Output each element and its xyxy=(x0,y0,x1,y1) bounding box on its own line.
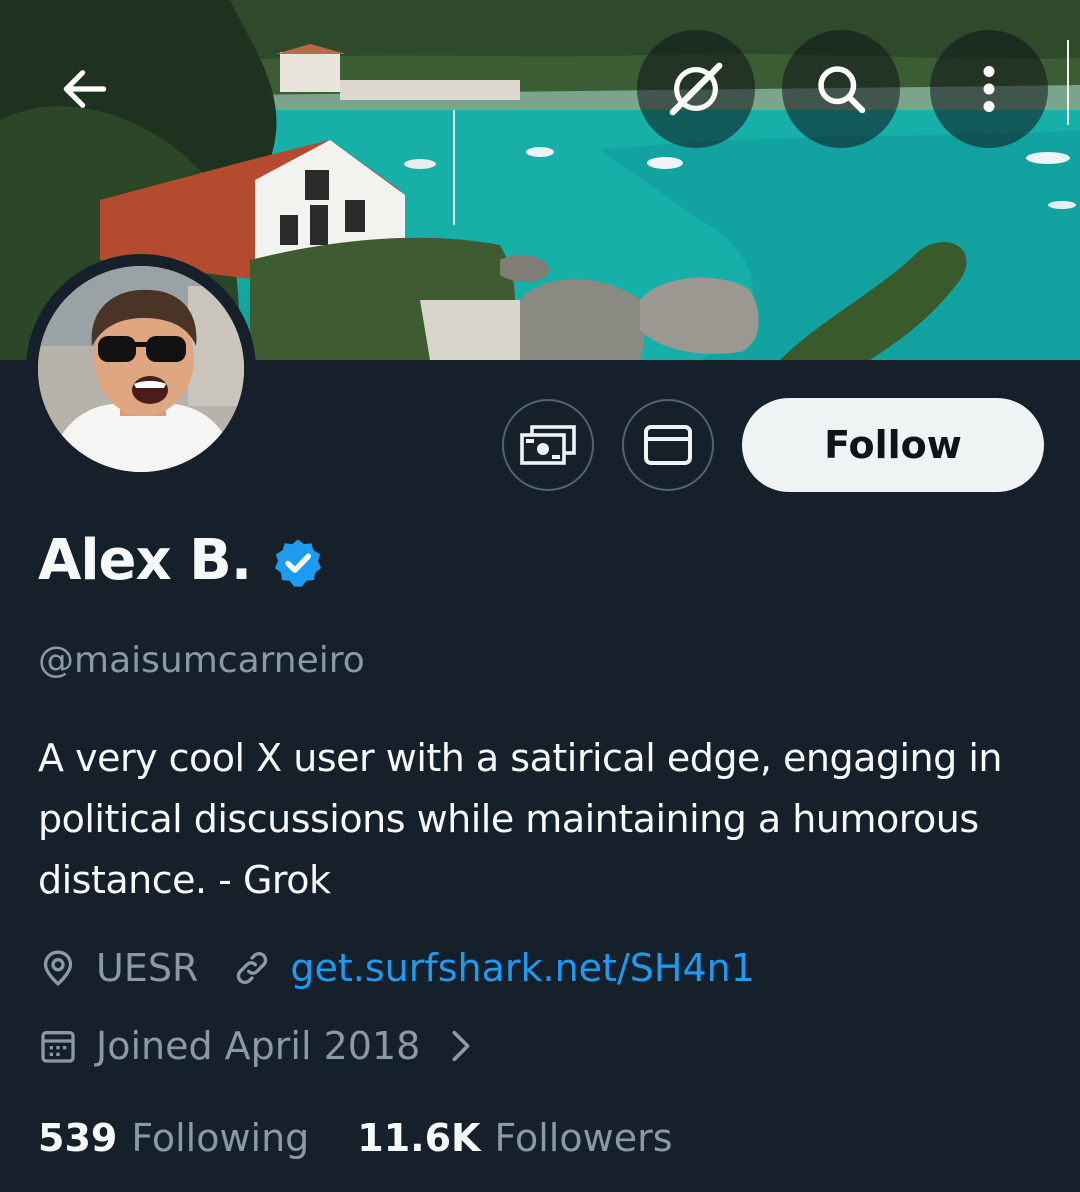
grok-button[interactable] xyxy=(637,30,755,148)
joined-row[interactable]: Joined April 2018 xyxy=(38,1024,492,1068)
followers-stat[interactable]: 11.6K Followers xyxy=(357,1116,672,1160)
location-text: UESR xyxy=(96,946,199,990)
following-count: 539 xyxy=(38,1116,118,1160)
back-button[interactable] xyxy=(26,30,144,148)
envelope-icon xyxy=(644,425,692,465)
following-stat[interactable]: 539 Following xyxy=(38,1116,309,1160)
name-row: Alex B. xyxy=(38,528,325,593)
search-button[interactable] xyxy=(782,30,900,148)
verified-badge-icon[interactable] xyxy=(271,536,325,590)
arrow-left-icon xyxy=(63,70,107,108)
joined-date: Joined April 2018 xyxy=(96,1024,421,1068)
calendar-icon xyxy=(38,1026,78,1066)
more-vertical-icon xyxy=(983,66,995,112)
following-label: Following xyxy=(131,1116,310,1160)
more-options-button[interactable] xyxy=(930,30,1048,148)
grok-icon xyxy=(669,62,723,116)
avatar-image xyxy=(38,266,244,472)
message-button[interactable] xyxy=(622,399,714,491)
chevron-right-icon xyxy=(448,1026,474,1066)
follow-button[interactable]: Follow xyxy=(742,398,1044,492)
display-name: Alex B. xyxy=(38,528,252,593)
avatar[interactable] xyxy=(26,254,256,484)
bio: A very cool X user with a satirical edge… xyxy=(38,736,1002,902)
handle: @maisumcarneiro xyxy=(38,640,365,681)
follow-stats: 539 Following 11.6K Followers xyxy=(38,1116,673,1160)
profile-meta-row: UESR get.surfshark.net/SH4n1 xyxy=(38,946,755,990)
link-icon xyxy=(232,948,272,988)
location-icon xyxy=(38,946,78,990)
subscribe-button[interactable] xyxy=(502,399,594,491)
website-link[interactable]: get.surfshark.net/SH4n1 xyxy=(290,946,755,990)
followers-label: Followers xyxy=(494,1116,673,1160)
followers-count: 11.6K xyxy=(357,1116,481,1160)
search-icon xyxy=(818,66,866,114)
money-icon xyxy=(520,425,576,465)
